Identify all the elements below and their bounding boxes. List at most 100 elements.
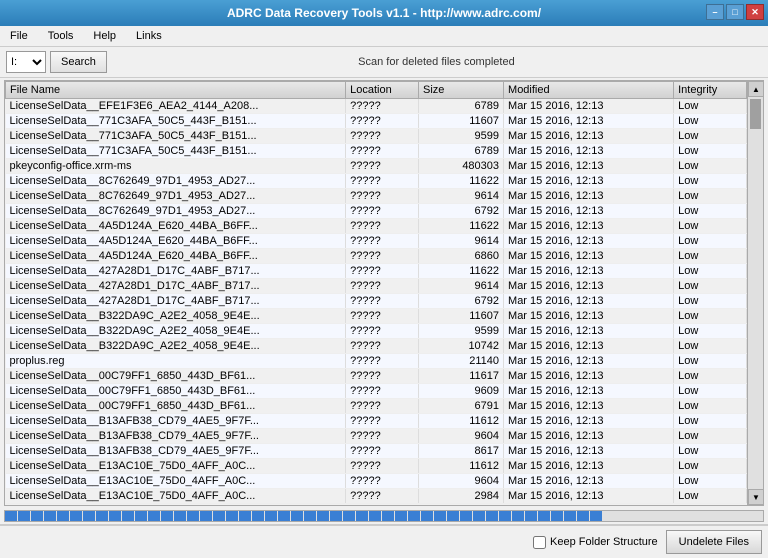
table-row[interactable]: LicenseSelData__4A5D124A_E620_44BA_B6FF.…	[6, 234, 747, 249]
progress-segment	[148, 511, 160, 521]
table-cell: 9604	[419, 429, 504, 444]
scroll-up-button[interactable]: ▲	[748, 81, 764, 97]
col-header-modified[interactable]: Modified	[504, 82, 674, 99]
col-header-size[interactable]: Size	[419, 82, 504, 99]
table-cell: Mar 15 2016, 12:13	[504, 429, 674, 444]
keep-folder-option: Keep Folder Structure	[533, 536, 658, 549]
table-cell: 6791	[419, 399, 504, 414]
close-button[interactable]: ✕	[746, 4, 764, 20]
minimize-button[interactable]: –	[706, 4, 724, 20]
table-cell: LicenseSelData__E13AC10E_75D0_4AFF_A0C..…	[6, 489, 346, 504]
progress-segment	[408, 511, 420, 521]
file-table-scroll: File Name Location Size Modified Integri…	[5, 81, 747, 505]
drive-select[interactable]: I:	[6, 51, 46, 73]
table-body: LicenseSelData__EFE1F3E6_AEA2_4144_A208.…	[6, 99, 747, 504]
table-row[interactable]: LicenseSelData__4A5D124A_E620_44BA_B6FF.…	[6, 249, 747, 264]
table-row[interactable]: LicenseSelData__B13AFB38_CD79_4AE5_9F7F.…	[6, 414, 747, 429]
table-cell: LicenseSelData__4A5D124A_E620_44BA_B6FF.…	[6, 219, 346, 234]
main-content: File Name Location Size Modified Integri…	[0, 78, 768, 508]
table-cell: Mar 15 2016, 12:13	[504, 399, 674, 414]
table-row[interactable]: LicenseSelData__8C762649_97D1_4953_AD27.…	[6, 174, 747, 189]
table-cell: LicenseSelData__771C3AFA_50C5_443F_B151.…	[6, 114, 346, 129]
table-cell: ?????	[346, 114, 419, 129]
table-cell: Low	[674, 489, 747, 504]
table-cell: 11607	[419, 114, 504, 129]
table-cell: Mar 15 2016, 12:13	[504, 354, 674, 369]
table-row[interactable]: LicenseSelData__E13AC10E_75D0_4AFF_A0C..…	[6, 474, 747, 489]
menu-tools[interactable]: Tools	[42, 28, 80, 44]
table-cell: Mar 15 2016, 12:13	[504, 99, 674, 114]
table-row[interactable]: LicenseSelData__771C3AFA_50C5_443F_B151.…	[6, 129, 747, 144]
table-row[interactable]: LicenseSelData__771C3AFA_50C5_443F_B151.…	[6, 114, 747, 129]
table-cell: ?????	[346, 279, 419, 294]
progress-segment	[447, 511, 459, 521]
table-cell: Mar 15 2016, 12:13	[504, 444, 674, 459]
table-row[interactable]: LicenseSelData__E13AC10E_75D0_4AFF_A0C..…	[6, 459, 747, 474]
table-row[interactable]: LicenseSelData__427A28D1_D17C_4ABF_B717.…	[6, 279, 747, 294]
maximize-button[interactable]: □	[726, 4, 744, 20]
col-header-filename[interactable]: File Name	[6, 82, 346, 99]
table-row[interactable]: LicenseSelData__00C79FF1_6850_443D_BF61.…	[6, 384, 747, 399]
table-cell: LicenseSelData__00C79FF1_6850_443D_BF61.…	[6, 384, 346, 399]
menu-file[interactable]: File	[4, 28, 34, 44]
table-cell: Mar 15 2016, 12:13	[504, 159, 674, 174]
col-header-location[interactable]: Location	[346, 82, 419, 99]
table-cell: LicenseSelData__771C3AFA_50C5_443F_B151.…	[6, 129, 346, 144]
title-bar: ADRC Data Recovery Tools v1.1 - http://w…	[0, 0, 768, 26]
table-row[interactable]: pkeyconfig-office.xrm-ms?????480303Mar 1…	[6, 159, 747, 174]
table-cell: LicenseSelData__8C762649_97D1_4953_AD27.…	[6, 204, 346, 219]
table-row[interactable]: LicenseSelData__E13AC10E_75D0_4AFF_A0C..…	[6, 489, 747, 504]
progress-segment	[486, 511, 498, 521]
progress-segment	[421, 511, 433, 521]
table-row[interactable]: LicenseSelData__B13AFB38_CD79_4AE5_9F7F.…	[6, 444, 747, 459]
progress-segment	[109, 511, 121, 521]
table-cell: ?????	[346, 249, 419, 264]
progress-segment	[57, 511, 69, 521]
menu-bar: File Tools Help Links	[0, 26, 768, 47]
progress-segment	[304, 511, 316, 521]
vertical-scrollbar[interactable]: ▲ ▼	[747, 81, 763, 505]
table-row[interactable]: LicenseSelData__B13AFB38_CD79_4AE5_9F7F.…	[6, 429, 747, 444]
progress-segment	[213, 511, 225, 521]
table-row[interactable]: LicenseSelData__427A28D1_D17C_4ABF_B717.…	[6, 294, 747, 309]
progress-segment	[252, 511, 264, 521]
scrollbar-thumb[interactable]	[750, 99, 761, 129]
table-row[interactable]: LicenseSelData__00C79FF1_6850_443D_BF61.…	[6, 399, 747, 414]
table-row[interactable]: LicenseSelData__8C762649_97D1_4953_AD27.…	[6, 189, 747, 204]
table-cell: 9614	[419, 234, 504, 249]
table-row[interactable]: LicenseSelData__00C79FF1_6850_443D_BF61.…	[6, 369, 747, 384]
table-row[interactable]: LicenseSelData__B322DA9C_A2E2_4058_9E4E.…	[6, 309, 747, 324]
table-cell: 21140	[419, 354, 504, 369]
table-cell: Mar 15 2016, 12:13	[504, 294, 674, 309]
table-cell: 11612	[419, 414, 504, 429]
progress-segment	[291, 511, 303, 521]
table-row[interactable]: LicenseSelData__4A5D124A_E620_44BA_B6FF.…	[6, 219, 747, 234]
table-cell: Mar 15 2016, 12:13	[504, 249, 674, 264]
table-cell: Low	[674, 414, 747, 429]
table-cell: Mar 15 2016, 12:13	[504, 234, 674, 249]
table-row[interactable]: LicenseSelData__771C3AFA_50C5_443F_B151.…	[6, 144, 747, 159]
table-row[interactable]: LicenseSelData__EFE1F3E6_AEA2_4144_A208.…	[6, 99, 747, 114]
col-header-integrity[interactable]: Integrity	[674, 82, 747, 99]
keep-folder-checkbox[interactable]	[533, 536, 546, 549]
file-table: File Name Location Size Modified Integri…	[5, 81, 747, 504]
table-cell: 9614	[419, 189, 504, 204]
menu-help[interactable]: Help	[87, 28, 122, 44]
scroll-down-button[interactable]: ▼	[748, 489, 764, 505]
table-row[interactable]: LicenseSelData__B322DA9C_A2E2_4058_9E4E.…	[6, 324, 747, 339]
undelete-button[interactable]: Undelete Files	[666, 530, 762, 554]
progress-segment	[5, 511, 17, 521]
progress-segment	[200, 511, 212, 521]
table-row[interactable]: LicenseSelData__427A28D1_D17C_4ABF_B717.…	[6, 264, 747, 279]
table-row[interactable]: proplus.reg?????21140Mar 15 2016, 12:13L…	[6, 354, 747, 369]
table-cell: ?????	[346, 444, 419, 459]
table-cell: LicenseSelData__B13AFB38_CD79_4AE5_9F7F.…	[6, 414, 346, 429]
progress-segment	[434, 511, 446, 521]
search-button[interactable]: Search	[50, 51, 107, 73]
progress-segment	[499, 511, 511, 521]
table-row[interactable]: LicenseSelData__8C762649_97D1_4953_AD27.…	[6, 204, 747, 219]
menu-links[interactable]: Links	[130, 28, 168, 44]
table-row[interactable]: LicenseSelData__B322DA9C_A2E2_4058_9E4E.…	[6, 339, 747, 354]
progress-segment	[590, 511, 602, 521]
table-cell: LicenseSelData__B13AFB38_CD79_4AE5_9F7F.…	[6, 429, 346, 444]
